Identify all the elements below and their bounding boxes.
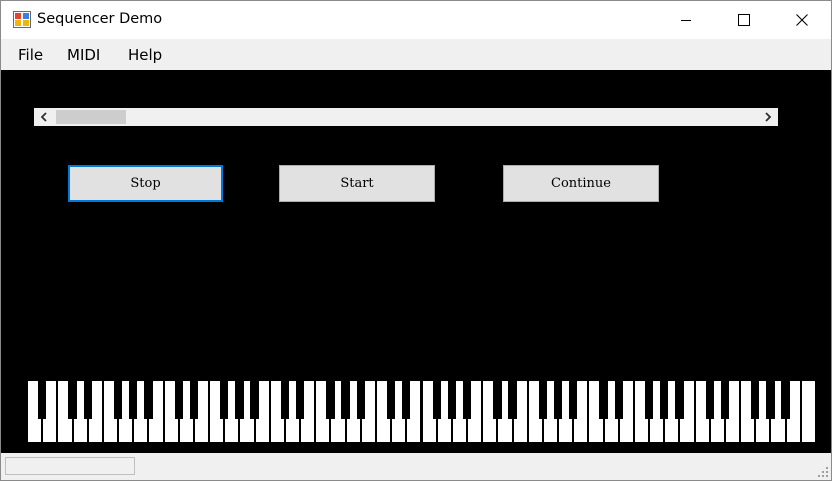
piano-black-key[interactable] — [295, 381, 305, 419]
close-icon — [796, 14, 808, 26]
piano-black-key[interactable] — [599, 381, 608, 419]
piano-black-key[interactable] — [341, 381, 350, 419]
chevron-left-icon — [40, 112, 47, 122]
maximize-button[interactable] — [715, 1, 773, 39]
menu-file[interactable]: File — [18, 46, 43, 64]
title-bar[interactable]: Sequencer Demo — [1, 1, 831, 39]
piano-black-key[interactable] — [447, 381, 456, 419]
piano-black-key[interactable] — [280, 381, 290, 419]
main-window: Sequencer Demo File MIDI Help Stop Start… — [0, 0, 832, 481]
piano-black-key[interactable] — [569, 381, 578, 419]
app-window-icon — [13, 11, 31, 28]
scroll-right-button[interactable] — [758, 108, 778, 126]
piano-black-key[interactable] — [68, 381, 77, 419]
continue-button[interactable]: Continue — [503, 165, 659, 202]
piano-black-key[interactable] — [660, 381, 669, 419]
piano-black-key[interactable] — [675, 381, 684, 419]
resize-grip-icon[interactable] — [817, 466, 829, 478]
menu-bar: File MIDI Help — [1, 39, 831, 70]
stop-button[interactable]: Stop — [68, 165, 223, 202]
piano-black-key[interactable] — [235, 381, 244, 419]
piano-black-key[interactable] — [644, 381, 654, 419]
piano-black-key[interactable] — [83, 381, 92, 419]
piano-black-key[interactable] — [113, 381, 123, 419]
piano-black-key[interactable] — [144, 381, 153, 419]
menu-help[interactable]: Help — [128, 46, 162, 64]
chevron-right-icon — [765, 112, 772, 122]
menu-midi[interactable]: MIDI — [67, 46, 100, 64]
status-panel — [5, 457, 135, 475]
piano-black-key[interactable] — [751, 381, 760, 419]
piano-white-key[interactable] — [801, 381, 817, 442]
piano-black-key[interactable] — [250, 381, 259, 419]
piano-black-key[interactable] — [781, 381, 790, 419]
piano-keyboard[interactable] — [28, 381, 817, 442]
maximize-icon — [738, 14, 750, 26]
piano-black-key[interactable] — [705, 381, 714, 419]
piano-black-key[interactable] — [553, 381, 563, 419]
close-button[interactable] — [773, 1, 831, 39]
piano-black-key[interactable] — [38, 381, 47, 419]
piano-black-key[interactable] — [508, 381, 517, 419]
piano-black-key[interactable] — [720, 381, 730, 419]
piano-black-key[interactable] — [614, 381, 623, 419]
piano-black-key[interactable] — [326, 381, 335, 419]
piano-black-key[interactable] — [189, 381, 199, 419]
minimize-icon — [681, 20, 691, 21]
piano-black-key[interactable] — [386, 381, 396, 419]
scrollbar-thumb[interactable] — [56, 110, 126, 124]
piano-black-key[interactable] — [402, 381, 411, 419]
scroll-left-button[interactable] — [34, 108, 54, 126]
piano-black-key[interactable] — [174, 381, 183, 419]
piano-black-key[interactable] — [220, 381, 229, 419]
piano-black-key[interactable] — [432, 381, 441, 419]
sequencer-panel: Stop Start Continue — [1, 70, 831, 453]
start-button[interactable]: Start — [279, 165, 435, 202]
piano-black-key[interactable] — [462, 381, 472, 419]
minimize-button[interactable] — [657, 1, 715, 39]
piano-black-key[interactable] — [356, 381, 365, 419]
piano-black-key[interactable] — [129, 381, 138, 419]
position-scrollbar[interactable] — [34, 108, 778, 126]
piano-black-key[interactable] — [493, 381, 502, 419]
status-bar — [1, 453, 831, 480]
piano-black-key[interactable] — [538, 381, 548, 419]
piano-black-key[interactable] — [766, 381, 775, 419]
window-title: Sequencer Demo — [37, 11, 163, 27]
